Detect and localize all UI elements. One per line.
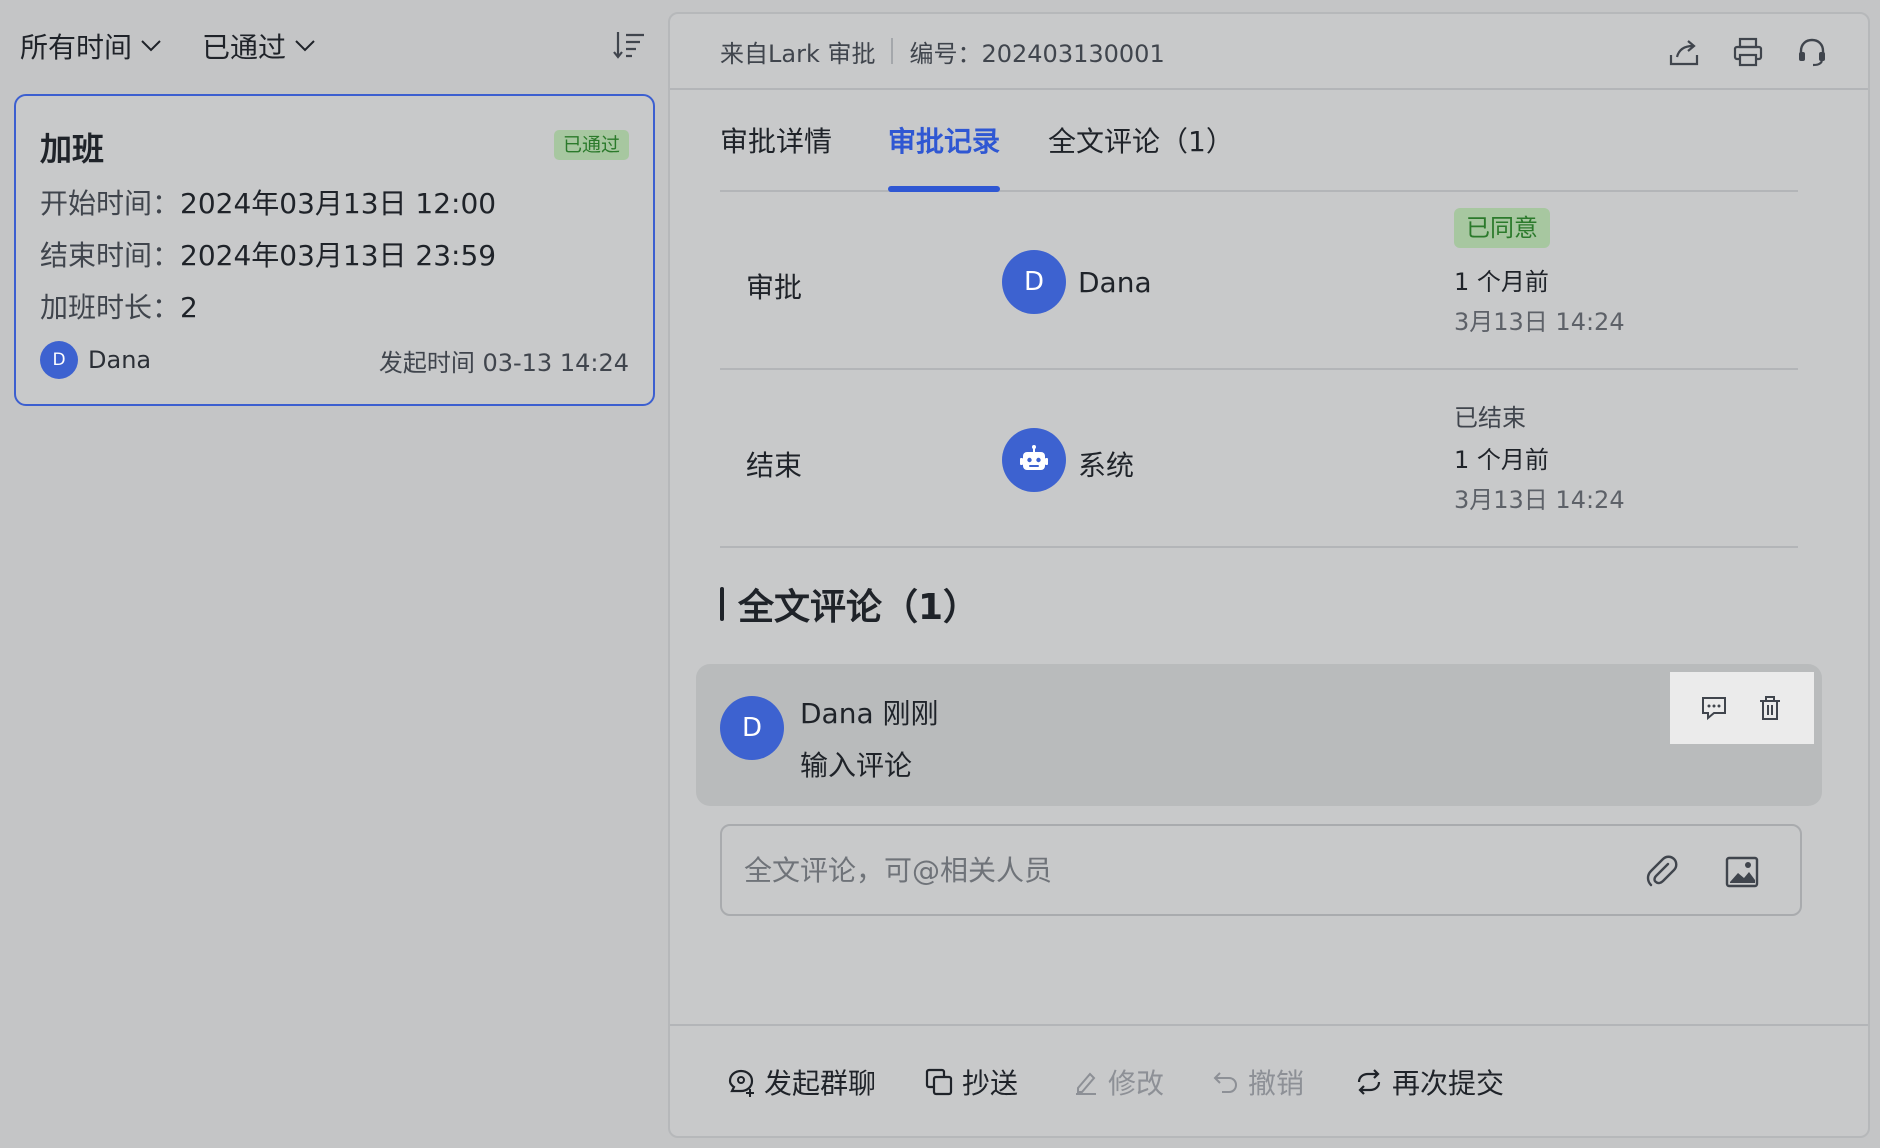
avatar[interactable]: D	[1002, 250, 1066, 314]
approval-detail-panel: 来自Lark 审批 编号：202403130001 审批详情 审批记录 全文评论…	[668, 12, 1870, 1138]
support-button[interactable]	[1792, 32, 1832, 72]
time-filter-dropdown[interactable]: 所有时间	[20, 26, 162, 66]
record-row-end: 结束 系统 已结束 1 个月前 3月13日 14:24	[720, 372, 1798, 548]
tab-comments[interactable]: 全文评论（1）	[1048, 120, 1234, 160]
serial-number: 编号：202403130001	[909, 39, 1165, 68]
title-accent-bar	[720, 587, 724, 621]
approval-list-panel: 所有时间 已通过 加班 已通过 开始时间：2024年03月13日 12:00 结…	[2, 2, 662, 1146]
status-badge: 已同意	[1454, 208, 1550, 248]
record-user-name: 系统	[1078, 449, 1135, 482]
record-user-name[interactable]: Dana	[1078, 266, 1152, 299]
sort-button[interactable]	[612, 28, 648, 64]
status-badge: 已通过	[553, 130, 629, 160]
comment-text: 输入评论	[800, 749, 913, 782]
reply-comment-icon	[1702, 697, 1726, 721]
card-title: 加班	[40, 130, 105, 168]
comment-author: Dana 刚刚	[800, 697, 939, 730]
end-time-row: 结束时间：2024年03月13日 23:59	[40, 234, 496, 274]
avatar[interactable]: D	[720, 696, 784, 760]
modify-label: 修改	[1108, 1067, 1165, 1100]
chevron-down-icon	[295, 40, 315, 52]
cc-button[interactable]: 抄送	[924, 1062, 1018, 1102]
divider	[891, 38, 894, 64]
reply-comment-button[interactable]	[1698, 692, 1730, 724]
sort-icon	[613, 32, 644, 59]
submit-time: 发起时间 03-13 14:24	[378, 348, 629, 377]
system-avatar	[1002, 428, 1066, 492]
print-button[interactable]	[1728, 32, 1768, 72]
comment-input-box	[720, 824, 1802, 916]
record-status: 已结束	[1454, 404, 1526, 432]
share-icon	[1669, 40, 1699, 66]
record-node-label: 审批	[746, 271, 803, 304]
record-relative-time: 1 个月前	[1454, 268, 1549, 296]
approval-card[interactable]: 加班 已通过 开始时间：2024年03月13日 12:00 结束时间：2024年…	[14, 94, 655, 406]
edit-icon	[1076, 1072, 1096, 1095]
end-time-value: 2024年03月13日 23:59	[180, 239, 497, 272]
filter-bar: 所有时间 已通过	[20, 24, 356, 68]
cc-label: 抄送	[962, 1067, 1019, 1100]
modify-button[interactable]: 修改	[1072, 1062, 1164, 1102]
start-time-value: 2024年03月13日 12:00	[180, 187, 497, 220]
comment-input[interactable]	[744, 826, 1624, 914]
withdraw-label: 撤销	[1248, 1067, 1305, 1100]
action-bar: 发起群聊 抄送 修改 撤销 再次提交	[670, 1024, 1868, 1136]
insert-image-button[interactable]	[1722, 852, 1762, 892]
start-time-row: 开始时间：2024年03月13日 12:00	[40, 182, 496, 222]
resubmit-button[interactable]: 再次提交	[1354, 1062, 1504, 1102]
paperclip-icon	[1646, 855, 1678, 887]
record-timestamp: 3月13日 14:24	[1454, 308, 1625, 336]
card-footer: D Dana 发起时间 03-13 14:24	[40, 340, 629, 380]
start-time-key: 开始时间：	[40, 187, 181, 220]
trash-icon	[1760, 696, 1780, 720]
copy-send-icon	[925, 1068, 953, 1096]
applicant-name: Dana	[88, 346, 152, 374]
record-relative-time: 1 个月前	[1454, 446, 1549, 474]
status-filter-label: 已通过	[202, 31, 287, 64]
attach-button[interactable]	[1642, 852, 1682, 892]
record-row-approve: 审批 D Dana 已同意 1 个月前 3月13日 14:24	[720, 194, 1798, 370]
detail-tabs: 审批详情 审批记录 全文评论（1）	[720, 110, 1798, 192]
avatar: D	[40, 341, 78, 379]
time-filter-label: 所有时间	[20, 31, 133, 64]
comments-section-title: 全文评论（1）	[720, 578, 979, 630]
record-node-label: 结束	[746, 449, 803, 482]
image-icon	[1725, 856, 1759, 888]
record-timestamp: 3月13日 14:24	[1454, 486, 1625, 514]
support-icon	[1799, 38, 1825, 67]
undo-icon	[1213, 1072, 1238, 1093]
start-group-chat-button[interactable]: 发起群聊	[726, 1062, 876, 1102]
refresh-icon	[1357, 1069, 1381, 1095]
header-actions	[1640, 32, 1832, 72]
comment-actions	[1670, 672, 1814, 744]
duration-row: 加班时长：2	[40, 286, 198, 326]
resubmit-label: 再次提交	[1392, 1067, 1505, 1100]
tab-approval-records[interactable]: 审批记录	[888, 120, 1000, 160]
comment-item: D Dana 刚刚 输入评论	[696, 664, 1822, 806]
detail-header: 来自Lark 审批 编号：202403130001	[670, 14, 1868, 90]
active-tab-indicator	[888, 186, 1000, 192]
share-button[interactable]	[1664, 32, 1704, 72]
end-time-key: 结束时间：	[40, 239, 181, 272]
tab-approval-details[interactable]: 审批详情	[720, 120, 832, 160]
status-filter-dropdown[interactable]: 已通过	[202, 26, 316, 66]
chevron-down-icon	[141, 40, 161, 52]
robot-icon	[1020, 445, 1048, 470]
comments-heading: 全文评论（1）	[738, 587, 980, 628]
duration-key: 加班时长：	[40, 291, 181, 324]
duration-value: 2	[180, 291, 198, 324]
group-chat-icon	[728, 1069, 754, 1097]
group-chat-label: 发起群聊	[764, 1067, 877, 1100]
print-icon	[1733, 37, 1763, 67]
withdraw-button[interactable]: 撤销	[1212, 1062, 1304, 1102]
delete-comment-button[interactable]	[1754, 692, 1786, 724]
source-label: 来自Lark 审批	[720, 39, 876, 68]
